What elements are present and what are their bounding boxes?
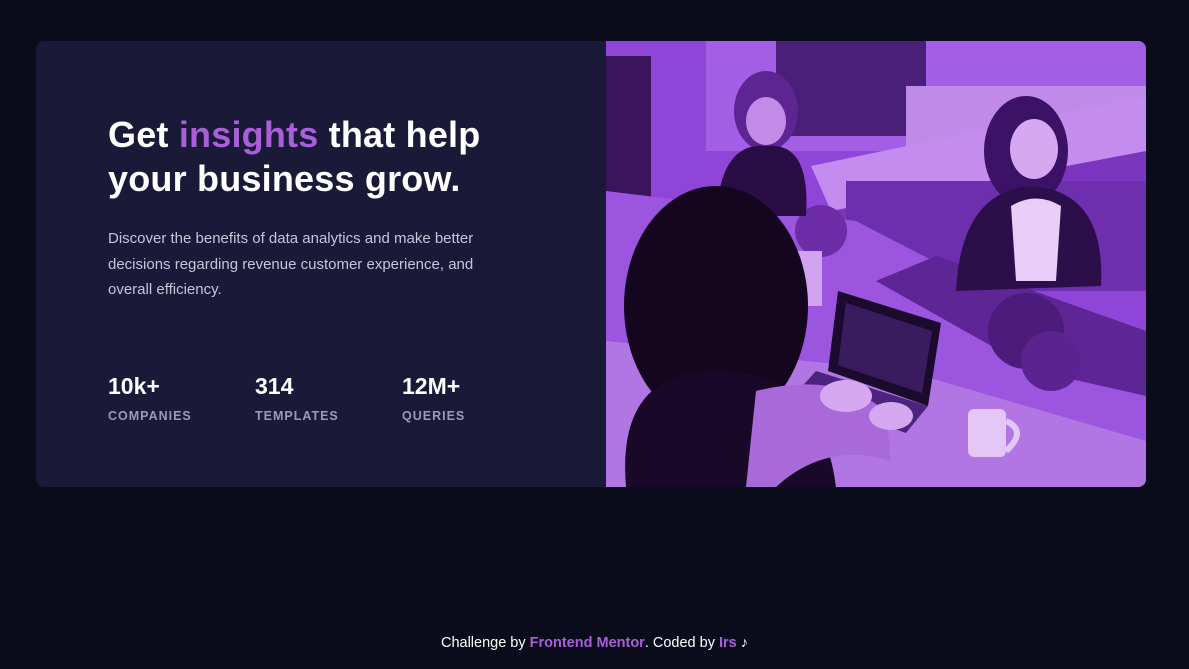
stat-queries: 12M+ QUERIES: [402, 371, 549, 424]
office-photo: [606, 41, 1146, 487]
stat-companies: 10k+ COMPANIES: [108, 371, 255, 424]
attribution-footer: Challenge by Frontend Mentor. Coded by I…: [0, 633, 1189, 653]
stat-value: 10k+: [108, 373, 160, 399]
stat-label: COMPANIES: [108, 409, 192, 423]
stat-label: TEMPLATES: [255, 409, 339, 423]
stats-preview-card: Get insights that help your business gro…: [36, 41, 1146, 487]
office-photo-illustration: [606, 41, 1146, 487]
stat-value: 314: [255, 373, 294, 399]
stat-value: 12M+: [402, 373, 461, 399]
attribution-prefix: Challenge by: [440, 635, 530, 651]
card-content: Get insights that help your business gro…: [36, 41, 606, 487]
frontend-mentor-link[interactable]: Frontend Mentor: [530, 635, 645, 651]
stat-label: QUERIES: [402, 409, 466, 423]
headline-accent: insights: [178, 114, 319, 155]
hero-description: Discover the benefits of data analytics …: [108, 230, 474, 298]
attribution-middle: . Coded by: [644, 635, 719, 651]
stat-templates: 314 TEMPLATES: [255, 371, 402, 424]
music-note-icon: ♪: [736, 635, 749, 651]
hero-headline: Get insights that help your business gro…: [108, 113, 528, 201]
stats-row: 10k+ COMPANIES 314 TEMPLATES 12M+ QUERIE…: [108, 371, 549, 424]
headline-intro: Get: [108, 114, 179, 155]
author-link[interactable]: Irs: [719, 635, 737, 651]
